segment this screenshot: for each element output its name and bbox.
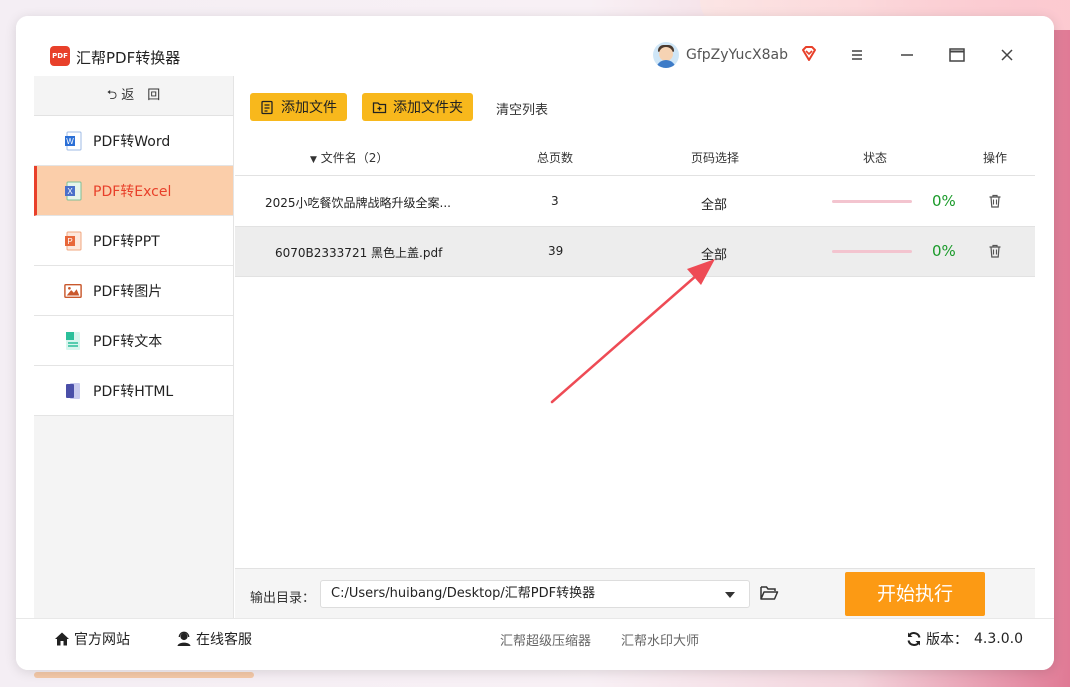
add-file-icon — [261, 100, 273, 114]
close-icon — [1001, 49, 1013, 61]
progress-percent: 0% — [932, 242, 956, 260]
sidebar-item-ppt[interactable]: P PDF转PPT — [34, 216, 233, 266]
back-button[interactable]: ⮌ 返 回 — [34, 76, 233, 116]
home-icon — [55, 632, 69, 646]
maximize-icon — [949, 48, 965, 62]
menu-button[interactable] — [846, 44, 868, 66]
column-filename[interactable]: ▼ 文件名（2） — [310, 149, 388, 166]
app-title: 汇帮PDF转换器 — [76, 49, 181, 67]
output-label: 输出目录： — [250, 591, 316, 606]
online-support-link[interactable]: 在线客服 — [176, 629, 252, 649]
progress-bar — [832, 200, 912, 203]
add-folder-icon — [372, 101, 387, 113]
customer-service-icon — [177, 631, 191, 646]
title-bar: PDF 汇帮PDF转换器 GfpZyYucX8ab — [16, 16, 1054, 76]
minimize-icon — [901, 54, 913, 56]
maximize-button[interactable] — [946, 44, 968, 66]
start-button[interactable]: 开始执行 — [845, 572, 985, 616]
add-folder-button[interactable]: 添加文件夹 — [362, 93, 473, 121]
background-decoration-bottom — [34, 672, 254, 678]
column-pages: 总页数 — [537, 151, 574, 165]
sidebar-item-text[interactable]: PDF转文本 — [34, 316, 233, 366]
file-name: 2025小吃餐饮品牌战略升级全案... — [265, 196, 451, 210]
svg-text:W: W — [66, 137, 74, 146]
page-select[interactable]: 全部 — [701, 244, 727, 263]
clear-list-button[interactable]: 清空列表 — [496, 99, 548, 118]
word-file-icon: W — [65, 131, 82, 150]
file-name: 6070B2333721 黑色上盖.pdf — [275, 246, 443, 260]
table-row[interactable]: 6070B2333721 黑色上盖.pdf 39 全部 0% — [235, 227, 1035, 277]
page-count: 39 — [548, 244, 564, 258]
page-select[interactable]: 全部 — [701, 194, 727, 213]
delete-icon[interactable] — [987, 243, 1003, 259]
sidebar-item-word[interactable]: W PDF转Word — [34, 116, 233, 166]
watermark-link[interactable]: 汇帮水印大师 — [621, 630, 699, 649]
back-arrow-icon: ⮌ — [106, 88, 118, 103]
add-file-button[interactable]: 添加文件 — [250, 93, 347, 121]
app-window: PDF 汇帮PDF转换器 GfpZyYucX8ab ⮌ 返 回 W PDF转Wo… — [16, 16, 1054, 670]
version-info[interactable]: 版本： 4.3.0.0 — [906, 629, 1023, 649]
sort-down-icon: ▼ — [310, 155, 317, 165]
dropdown-caret-icon — [725, 592, 735, 598]
sidebar-item-image[interactable]: PDF转图片 — [34, 266, 233, 316]
table-header: ▼ 文件名（2） 总页数 页码选择 状态 操作 — [235, 136, 1035, 176]
user-avatar[interactable] — [653, 42, 679, 68]
svg-text:X: X — [67, 187, 73, 196]
output-bar: 输出目录： C:/Users/huibang/Desktop/汇帮PDF转换器 … — [235, 568, 1035, 618]
sidebar: ⮌ 返 回 W PDF转Word X PDF转Excel P PDF转PPT P… — [34, 76, 234, 618]
ppt-file-icon: P — [65, 231, 82, 250]
username[interactable]: GfpZyYucX8ab — [686, 47, 788, 63]
sidebar-item-html[interactable]: PDF转HTML — [34, 366, 233, 416]
delete-icon[interactable] — [987, 193, 1003, 209]
page-count: 3 — [551, 194, 559, 208]
table-row[interactable]: 2025小吃餐饮品牌战略升级全案... 3 全部 0% — [235, 177, 1035, 227]
progress-bar — [832, 250, 912, 253]
official-website-link[interactable]: 官方网站 — [54, 629, 130, 649]
svg-text:P: P — [67, 237, 72, 246]
column-status: 状态 — [863, 151, 888, 165]
open-folder-icon[interactable] — [759, 584, 779, 602]
footer: 官方网站 在线客服 汇帮超级压缩器 汇帮水印大师 版本： 4.3.0.0 — [16, 618, 1054, 670]
column-page-select: 页码选择 — [691, 151, 740, 165]
output-path-select[interactable]: C:/Users/huibang/Desktop/汇帮PDF转换器 — [320, 580, 750, 608]
main-panel: 添加文件 添加文件夹 清空列表 ▼ 文件名（2） 总页数 页码选择 状态 操作 … — [235, 76, 1035, 618]
text-file-icon — [66, 331, 80, 350]
hamburger-icon — [852, 50, 862, 60]
close-button[interactable] — [996, 44, 1018, 66]
column-action: 操作 — [983, 151, 1008, 165]
progress-percent: 0% — [932, 192, 956, 210]
minimize-button[interactable] — [896, 44, 918, 66]
sidebar-item-excel[interactable]: X PDF转Excel — [34, 166, 233, 216]
image-file-icon — [64, 283, 82, 298]
compressor-link[interactable]: 汇帮超级压缩器 — [500, 630, 591, 649]
refresh-icon — [907, 632, 921, 646]
app-logo-icon: PDF — [50, 46, 70, 66]
excel-file-icon: X — [65, 181, 82, 200]
html-file-icon — [66, 382, 80, 399]
vip-diamond-icon[interactable] — [800, 45, 818, 63]
toolbar: 添加文件 添加文件夹 清空列表 — [235, 76, 1035, 136]
